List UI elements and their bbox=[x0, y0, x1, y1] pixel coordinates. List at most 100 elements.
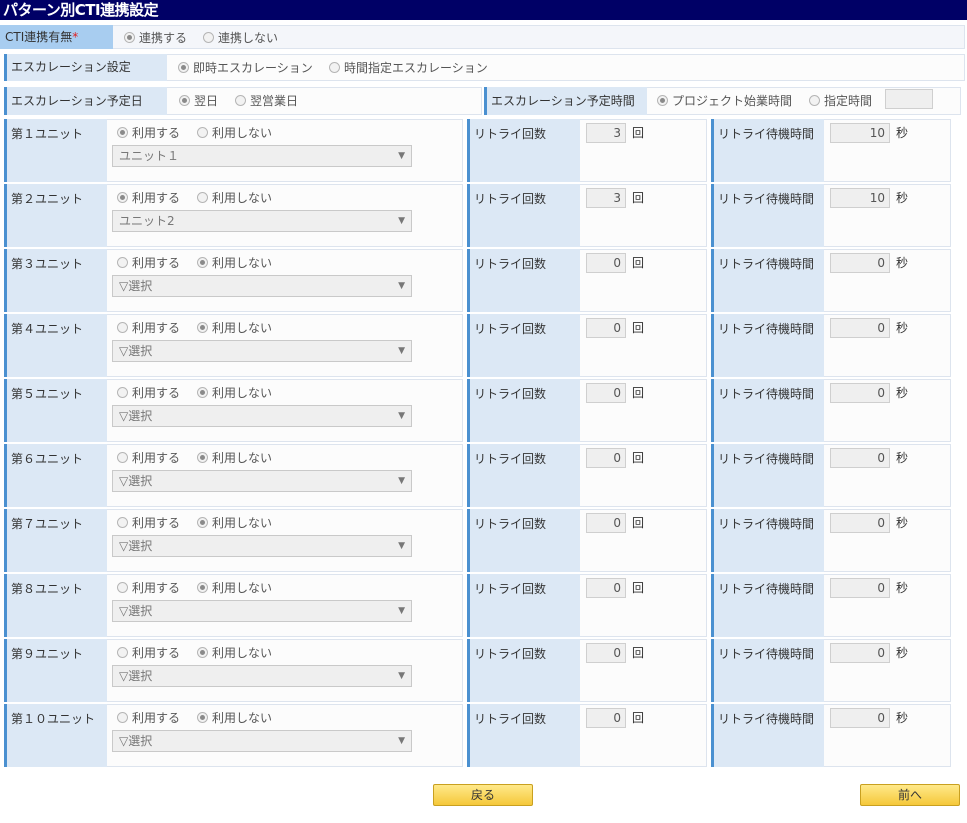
unit-name: 第９ユニット bbox=[4, 639, 107, 702]
radio-checked-icon bbox=[657, 95, 668, 106]
retry-count-unit: 回 bbox=[632, 451, 645, 465]
unit-radio-nouse[interactable]: 利用しない bbox=[197, 254, 272, 271]
retry-wait-unit: 秒 bbox=[896, 581, 909, 595]
unit-radio-use[interactable]: 利用する bbox=[117, 189, 180, 206]
esc-time-label: エスカレーション予定時間 bbox=[484, 87, 647, 115]
radio-checked-icon bbox=[124, 32, 135, 43]
retry-wait-unit: 秒 bbox=[896, 191, 909, 205]
unit-name: 第７ユニット bbox=[4, 509, 107, 572]
retry-wait-label: リトライ待機時間 bbox=[711, 379, 824, 442]
retry-count-input[interactable]: 3 bbox=[586, 188, 626, 208]
unit-radio-nouse[interactable]: 利用しない bbox=[197, 189, 272, 206]
retry-count-input[interactable]: 0 bbox=[586, 253, 626, 273]
escalation-radio-timed[interactable]: 時間指定エスカレーション bbox=[329, 59, 488, 76]
unit-radio-nouse[interactable]: 利用しない bbox=[197, 579, 272, 596]
radio-unchecked-icon bbox=[117, 647, 128, 658]
unit-name: 第６ユニット bbox=[4, 444, 107, 507]
retry-count-unit: 回 bbox=[632, 516, 645, 530]
escalation-radio-immediate[interactable]: 即時エスカレーション bbox=[178, 59, 313, 76]
unit-radio-use[interactable]: 利用する bbox=[117, 254, 180, 271]
back-button[interactable]: 戻る bbox=[433, 784, 533, 806]
radio-unchecked-icon bbox=[117, 712, 128, 723]
radio-checked-icon bbox=[197, 452, 208, 463]
unit-select[interactable]: ▽選択 ▼ bbox=[112, 470, 412, 492]
unit-radio-nouse[interactable]: 利用しない bbox=[197, 319, 272, 336]
retry-wait-input[interactable]: 0 bbox=[830, 708, 890, 728]
retry-count-label: リトライ回数 bbox=[467, 444, 580, 507]
retry-count-input[interactable]: 0 bbox=[586, 578, 626, 598]
radio-unchecked-icon bbox=[117, 387, 128, 398]
retry-wait-input[interactable]: 0 bbox=[830, 383, 890, 403]
radio-checked-icon bbox=[117, 192, 128, 203]
esc-time-radio-specified[interactable]: 指定時間 bbox=[809, 92, 872, 109]
unit-select[interactable]: ▽選択 ▼ bbox=[112, 665, 412, 687]
cti-radio-yes[interactable]: 連携する bbox=[124, 29, 187, 46]
retry-wait-input[interactable]: 0 bbox=[830, 253, 890, 273]
unit-radio-use[interactable]: 利用する bbox=[117, 384, 180, 401]
unit-radio-use[interactable]: 利用する bbox=[117, 514, 180, 531]
esc-time-input[interactable] bbox=[885, 89, 933, 109]
unit-radio-nouse[interactable]: 利用しない bbox=[197, 124, 272, 141]
retry-wait-unit: 秒 bbox=[896, 451, 909, 465]
unit-select[interactable]: ▽選択 ▼ bbox=[112, 600, 412, 622]
retry-count-label: リトライ回数 bbox=[467, 314, 580, 377]
unit-radio-nouse[interactable]: 利用しない bbox=[197, 384, 272, 401]
unit-radio-use[interactable]: 利用する bbox=[117, 644, 180, 661]
retry-count-input[interactable]: 0 bbox=[586, 513, 626, 533]
retry-count-input[interactable]: 0 bbox=[586, 643, 626, 663]
dropdown-arrow-icon: ▼ bbox=[398, 151, 405, 161]
dropdown-arrow-icon: ▼ bbox=[398, 541, 405, 551]
unit-radio-nouse[interactable]: 利用しない bbox=[197, 514, 272, 531]
retry-wait-input[interactable]: 0 bbox=[830, 578, 890, 598]
dropdown-arrow-icon: ▼ bbox=[398, 606, 405, 616]
unit-name: 第８ユニット bbox=[4, 574, 107, 637]
unit-select[interactable]: ユニット2 ▼ bbox=[112, 210, 412, 232]
retry-count-label: リトライ回数 bbox=[467, 119, 580, 182]
esc-day-radio-nextbizday[interactable]: 翌営業日 bbox=[235, 92, 298, 109]
esc-time-radio-project-start[interactable]: プロジェクト始業時間 bbox=[657, 92, 792, 109]
unit-radio-use[interactable]: 利用する bbox=[117, 449, 180, 466]
radio-unchecked-icon bbox=[329, 62, 340, 73]
cti-radio-no[interactable]: 連携しない bbox=[203, 29, 278, 46]
next-button[interactable]: 前へ bbox=[860, 784, 960, 806]
retry-count-label: リトライ回数 bbox=[467, 574, 580, 637]
unit-radio-nouse[interactable]: 利用しない bbox=[197, 449, 272, 466]
unit-radio-use[interactable]: 利用する bbox=[117, 709, 180, 726]
radio-unchecked-icon bbox=[197, 127, 208, 138]
retry-wait-input[interactable]: 10 bbox=[830, 123, 890, 143]
unit-name: 第３ユニット bbox=[4, 249, 107, 312]
retry-wait-input[interactable]: 0 bbox=[830, 318, 890, 338]
retry-wait-input[interactable]: 0 bbox=[830, 643, 890, 663]
retry-wait-input[interactable]: 10 bbox=[830, 188, 890, 208]
retry-wait-input[interactable]: 0 bbox=[830, 513, 890, 533]
radio-checked-icon bbox=[178, 62, 189, 73]
unit-name: 第５ユニット bbox=[4, 379, 107, 442]
unit-radio-nouse[interactable]: 利用しない bbox=[197, 644, 272, 661]
retry-wait-label: リトライ待機時間 bbox=[711, 314, 824, 377]
retry-count-label: リトライ回数 bbox=[467, 379, 580, 442]
radio-unchecked-icon bbox=[117, 517, 128, 528]
radio-checked-icon bbox=[117, 127, 128, 138]
retry-count-input[interactable]: 3 bbox=[586, 123, 626, 143]
retry-count-input[interactable]: 0 bbox=[586, 448, 626, 468]
retry-count-input[interactable]: 0 bbox=[586, 318, 626, 338]
retry-count-label: リトライ回数 bbox=[467, 509, 580, 572]
unit-select[interactable]: ▽選択 ▼ bbox=[112, 730, 412, 752]
unit-select[interactable]: ユニット１ ▼ bbox=[112, 145, 412, 167]
unit-select[interactable]: ▽選択 ▼ bbox=[112, 275, 412, 297]
unit-radio-use[interactable]: 利用する bbox=[117, 124, 180, 141]
unit-select[interactable]: ▽選択 ▼ bbox=[112, 340, 412, 362]
dropdown-arrow-icon: ▼ bbox=[398, 411, 405, 421]
retry-count-input[interactable]: 0 bbox=[586, 383, 626, 403]
retry-wait-input[interactable]: 0 bbox=[830, 448, 890, 468]
unit-radio-use[interactable]: 利用する bbox=[117, 319, 180, 336]
unit-select[interactable]: ▽選択 ▼ bbox=[112, 535, 412, 557]
radio-unchecked-icon bbox=[235, 95, 246, 106]
unit-select[interactable]: ▽選択 ▼ bbox=[112, 405, 412, 427]
unit-radio-nouse[interactable]: 利用しない bbox=[197, 709, 272, 726]
esc-day-radio-nextday[interactable]: 翌日 bbox=[179, 92, 218, 109]
retry-count-input[interactable]: 0 bbox=[586, 708, 626, 728]
retry-count-unit: 回 bbox=[632, 581, 645, 595]
unit-radio-use[interactable]: 利用する bbox=[117, 579, 180, 596]
retry-wait-label: リトライ待機時間 bbox=[711, 704, 824, 767]
